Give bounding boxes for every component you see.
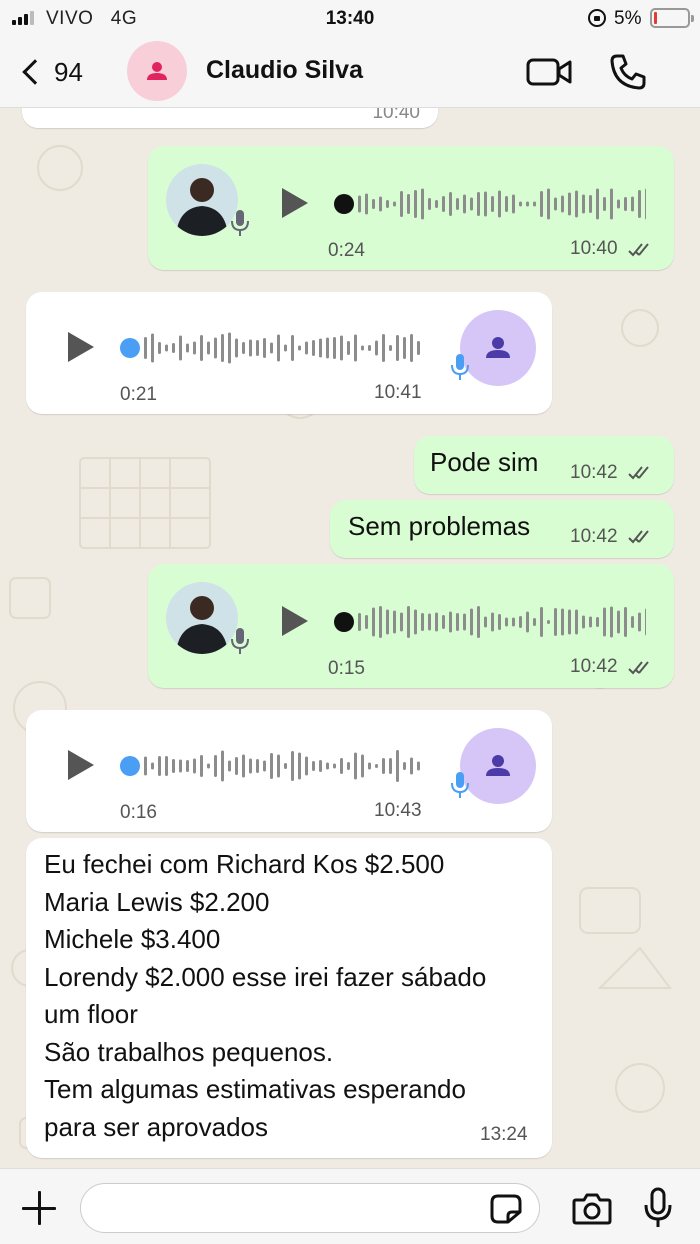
microphone-icon[interactable] — [642, 1187, 674, 1229]
person-icon — [147, 62, 167, 80]
message-line: Michele $3.400 — [44, 924, 221, 954]
mic-icon — [231, 210, 249, 236]
status-bar: VIVO 4G 13:40 5% — [0, 0, 700, 36]
contact-name[interactable]: Claudio Silva — [206, 56, 363, 85]
plus-icon[interactable] — [22, 1191, 56, 1225]
play-button[interactable] — [68, 332, 94, 362]
voice-duration: 0:16 — [120, 802, 157, 823]
message-time: 10:40 — [570, 238, 618, 259]
phone-call-icon[interactable] — [608, 52, 648, 92]
message-time: 10:42 — [570, 462, 618, 483]
playback-scrubber[interactable] — [120, 338, 140, 358]
message-time: 10:43 — [374, 800, 422, 821]
orientation-lock-icon — [588, 9, 606, 27]
camera-icon[interactable] — [572, 1191, 612, 1225]
read-receipt-icon — [628, 466, 649, 480]
mic-icon — [451, 354, 469, 380]
message-input[interactable] — [80, 1183, 540, 1233]
sender-avatar — [460, 310, 536, 386]
message-line: Lorendy $2.000 esse irei fazer sábado — [44, 961, 487, 992]
voice-waveform[interactable] — [142, 330, 422, 366]
back-button[interactable]: 94 — [16, 50, 83, 94]
message-line: Maria Lewis $2.200 — [44, 886, 270, 917]
playback-scrubber[interactable] — [334, 194, 354, 214]
playback-scrubber[interactable] — [334, 612, 354, 632]
mic-icon — [451, 772, 469, 798]
sender-photo — [166, 164, 238, 236]
read-receipt-icon — [628, 661, 649, 675]
play-button[interactable] — [282, 188, 308, 218]
message-text: Pode sim — [430, 447, 539, 477]
text-message-bubble[interactable]: Eu fechei com Richard Kos $2.500 Maria L… — [26, 838, 552, 1158]
play-button[interactable] — [282, 606, 308, 636]
voice-waveform[interactable] — [142, 748, 422, 784]
voice-waveform[interactable] — [356, 186, 646, 222]
video-call-icon[interactable] — [526, 58, 572, 86]
voice-message-bubble[interactable]: 0:16 10:43 — [26, 710, 552, 832]
voice-message-bubble[interactable]: 0:21 10:41 — [26, 292, 552, 414]
text-message-bubble[interactable]: Pode sim 10:42 — [414, 436, 674, 494]
message-time: 10:41 — [374, 382, 422, 403]
unread-count: 94 — [54, 56, 83, 87]
message-text: Sem problemas — [348, 511, 531, 541]
message-line: para ser aprovados — [44, 1111, 269, 1142]
message-time: 13:24 — [480, 1124, 528, 1145]
message-line: São trabalhos pequenos. — [44, 1036, 334, 1067]
read-receipt-icon — [628, 243, 649, 257]
voice-duration: 0:21 — [120, 384, 157, 405]
message-line: Eu fechei com Richard Kos $2.500 — [44, 849, 445, 879]
message-time: 10:42 — [570, 526, 618, 547]
contact-avatar[interactable] — [127, 41, 187, 101]
voice-waveform[interactable] — [356, 604, 646, 640]
chat-header: 94 Claudio Silva — [0, 36, 700, 108]
text-message-bubble[interactable]: Sem problemas 10:42 — [330, 500, 674, 558]
battery-icon — [650, 8, 694, 28]
mic-icon — [231, 628, 249, 654]
playback-scrubber[interactable] — [120, 756, 140, 776]
voice-message-bubble[interactable]: 0:15 10:42 — [148, 564, 674, 688]
input-bar — [0, 1168, 700, 1244]
voice-duration: 0:24 — [328, 240, 365, 261]
sender-photo — [166, 582, 238, 654]
battery-percent: 5% — [614, 8, 642, 29]
message-time: 10:42 — [570, 656, 618, 677]
chevron-left-icon — [22, 59, 48, 85]
message-line: um floor — [44, 999, 138, 1029]
play-button[interactable] — [68, 750, 94, 780]
voice-duration: 0:15 — [328, 658, 365, 679]
previous-message-bubble[interactable]: 10:40 — [22, 108, 438, 128]
read-receipt-icon — [628, 530, 649, 544]
voice-message-bubble[interactable]: 0:24 10:40 — [148, 146, 674, 270]
message-line: Tem algumas estimativas esperando — [44, 1074, 466, 1104]
sender-avatar — [460, 728, 536, 804]
message-time: 10:40 — [372, 108, 420, 123]
person-icon — [486, 337, 510, 358]
sticker-icon[interactable] — [490, 1194, 522, 1224]
chat-area[interactable]: 10:40 0:24 10:40 0:21 10:41 Pode sim 10:… — [0, 108, 700, 1168]
message-text: Eu fechei com Richard Kos $2.500 Maria L… — [44, 846, 486, 1146]
person-icon — [486, 755, 510, 776]
